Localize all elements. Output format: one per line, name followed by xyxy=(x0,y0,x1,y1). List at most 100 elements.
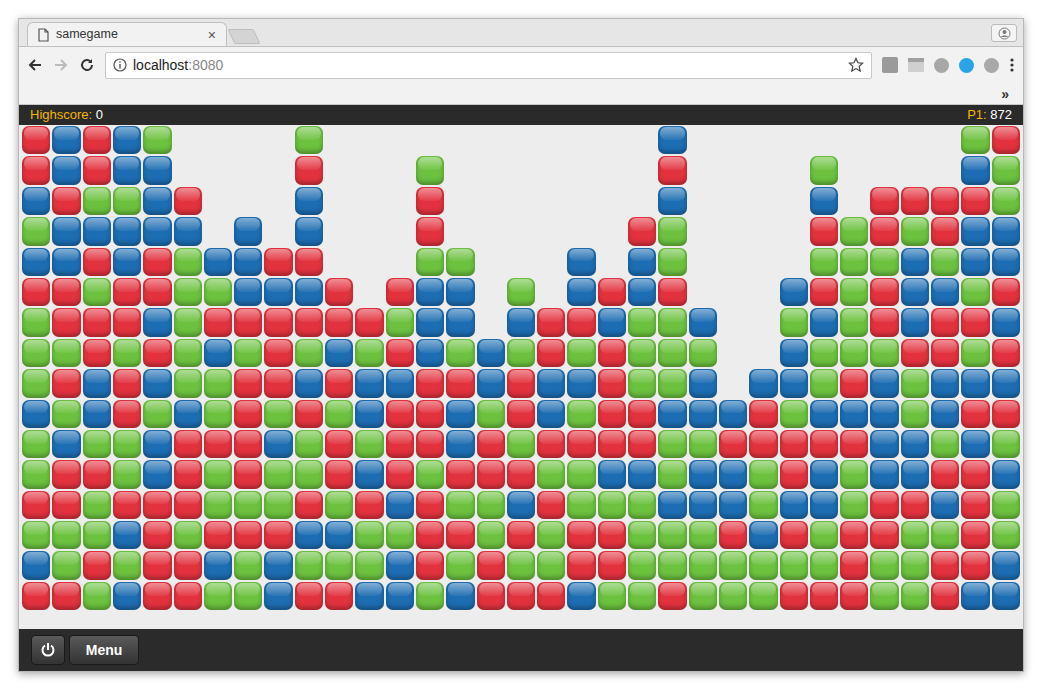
tile[interactable] xyxy=(961,308,989,336)
tile[interactable] xyxy=(234,217,262,245)
tile[interactable] xyxy=(810,187,838,215)
tile[interactable] xyxy=(295,187,323,215)
tile[interactable] xyxy=(689,551,717,579)
tile[interactable] xyxy=(870,248,898,276)
tile[interactable] xyxy=(325,582,353,610)
tile[interactable] xyxy=(355,430,383,458)
tile[interactable] xyxy=(113,430,141,458)
tile[interactable] xyxy=(325,460,353,488)
tile[interactable] xyxy=(143,430,171,458)
tile[interactable] xyxy=(52,369,80,397)
tile[interactable] xyxy=(22,217,50,245)
tile[interactable] xyxy=(901,187,929,215)
tile[interactable] xyxy=(22,156,50,184)
forward-icon[interactable] xyxy=(53,57,69,73)
tile[interactable] xyxy=(780,369,808,397)
tile[interactable] xyxy=(386,491,414,519)
tile[interactable] xyxy=(355,521,383,549)
tile[interactable] xyxy=(901,217,929,245)
tile[interactable] xyxy=(446,491,474,519)
bookmarks-overflow[interactable]: » xyxy=(1001,87,1009,101)
tile[interactable] xyxy=(810,400,838,428)
tile[interactable] xyxy=(477,369,505,397)
tile[interactable] xyxy=(931,339,959,367)
tile[interactable] xyxy=(780,308,808,336)
tile[interactable] xyxy=(295,582,323,610)
tile[interactable] xyxy=(689,400,717,428)
tile[interactable] xyxy=(416,430,444,458)
tile[interactable] xyxy=(83,369,111,397)
tile[interactable] xyxy=(83,308,111,336)
tile[interactable] xyxy=(416,278,444,306)
tile[interactable] xyxy=(83,278,111,306)
tile[interactable] xyxy=(567,491,595,519)
tile[interactable] xyxy=(477,491,505,519)
tile[interactable] xyxy=(446,308,474,336)
tile[interactable] xyxy=(780,278,808,306)
tile[interactable] xyxy=(295,491,323,519)
tile[interactable] xyxy=(174,400,202,428)
tile[interactable] xyxy=(83,582,111,610)
tile[interactable] xyxy=(870,278,898,306)
tile[interactable] xyxy=(658,217,686,245)
tile[interactable] xyxy=(143,156,171,184)
tile[interactable] xyxy=(507,400,535,428)
tile[interactable] xyxy=(780,582,808,610)
tile[interactable] xyxy=(537,339,565,367)
tile[interactable] xyxy=(113,126,141,154)
tile[interactable] xyxy=(477,460,505,488)
tile[interactable] xyxy=(143,369,171,397)
tile[interactable] xyxy=(295,248,323,276)
tile[interactable] xyxy=(52,521,80,549)
tile[interactable] xyxy=(507,460,535,488)
tile[interactable] xyxy=(174,430,202,458)
tile[interactable] xyxy=(567,400,595,428)
tile[interactable] xyxy=(840,460,868,488)
tile[interactable] xyxy=(446,400,474,428)
tile[interactable] xyxy=(931,217,959,245)
tab-close[interactable]: × xyxy=(208,28,216,42)
tile[interactable] xyxy=(870,460,898,488)
tile[interactable] xyxy=(780,400,808,428)
tile[interactable] xyxy=(477,582,505,610)
tile[interactable] xyxy=(931,278,959,306)
browser-tab[interactable]: samegame × xyxy=(27,22,227,46)
tile[interactable] xyxy=(749,582,777,610)
back-icon[interactable] xyxy=(27,57,43,73)
tile[interactable] xyxy=(174,369,202,397)
tile[interactable] xyxy=(961,582,989,610)
tile[interactable] xyxy=(22,521,50,549)
tile[interactable] xyxy=(143,187,171,215)
tile[interactable] xyxy=(870,491,898,519)
tile[interactable] xyxy=(143,521,171,549)
tile[interactable] xyxy=(628,217,656,245)
tile[interactable] xyxy=(810,156,838,184)
tile[interactable] xyxy=(689,339,717,367)
tile[interactable] xyxy=(749,430,777,458)
tile[interactable] xyxy=(83,248,111,276)
tile[interactable] xyxy=(749,369,777,397)
tile[interactable] xyxy=(52,156,80,184)
tile[interactable] xyxy=(537,430,565,458)
tile[interactable] xyxy=(234,369,262,397)
tile[interactable] xyxy=(477,400,505,428)
reload-icon[interactable] xyxy=(79,57,95,73)
tile[interactable] xyxy=(870,400,898,428)
tile[interactable] xyxy=(567,430,595,458)
tile[interactable] xyxy=(52,460,80,488)
tile[interactable] xyxy=(961,521,989,549)
tile[interactable] xyxy=(598,582,626,610)
tile[interactable] xyxy=(870,521,898,549)
tile[interactable] xyxy=(174,521,202,549)
tile[interactable] xyxy=(507,278,535,306)
tile[interactable] xyxy=(204,369,232,397)
tile[interactable] xyxy=(416,491,444,519)
tile[interactable] xyxy=(22,339,50,367)
tile[interactable] xyxy=(870,369,898,397)
tile[interactable] xyxy=(325,369,353,397)
tile[interactable] xyxy=(537,491,565,519)
tile[interactable] xyxy=(52,582,80,610)
tile[interactable] xyxy=(264,430,292,458)
tile[interactable] xyxy=(355,582,383,610)
tile[interactable] xyxy=(264,551,292,579)
